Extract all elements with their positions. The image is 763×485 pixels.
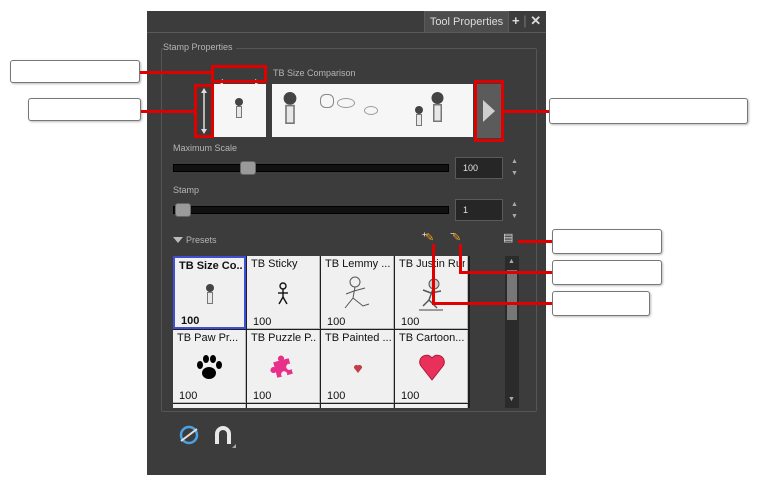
comparison-critter-icon xyxy=(337,98,355,108)
scroll-thumb[interactable] xyxy=(507,270,517,320)
callout-delete-preset xyxy=(552,260,662,285)
add-panel-icon[interactable]: + xyxy=(512,13,520,28)
preset-tile[interactable]: TB Cartoon... 100 xyxy=(395,330,468,403)
preset-name: TB Painted ... xyxy=(325,332,391,344)
connector-presets-menu xyxy=(518,240,552,243)
maximum-scale-slider[interactable] xyxy=(173,164,449,172)
preset-size: 100 xyxy=(181,315,200,327)
tab-tool-properties[interactable]: Tool Properties xyxy=(424,11,509,32)
stamp-properties-label: Stamp Properties xyxy=(163,42,236,52)
new-preset-icon[interactable]: ✎ + xyxy=(422,230,434,244)
preset-name: TB Cartoon... xyxy=(399,332,465,344)
preset-tile[interactable]: TB Puzzle P... 100 xyxy=(247,330,320,403)
preset-tile[interactable]: TB Paw Pr... 100 xyxy=(173,330,246,403)
presets-menu-icon[interactable]: ▤ xyxy=(503,232,513,244)
stamp-up-icon[interactable]: ▲ xyxy=(511,200,518,210)
comparison-small-animal-icon xyxy=(320,94,334,108)
painted-heart-icon xyxy=(353,364,363,373)
panel-title-icons: + | ✕ xyxy=(512,13,542,28)
preset-name: TB Sticky xyxy=(251,258,298,270)
size-comparison-label: TB Size Comparison xyxy=(273,68,356,78)
preset-name: TB Size Co... xyxy=(179,260,242,272)
comparison-small-figure-icon xyxy=(414,106,424,126)
maximum-scale-up-icon[interactable]: ▲ xyxy=(511,157,518,167)
preset-name: TB Lemmy ... xyxy=(325,258,391,270)
comparison-character-icon xyxy=(282,92,298,124)
highlight-next-button xyxy=(474,80,504,142)
highlight-width-arrow xyxy=(211,65,267,83)
connector-delete-vertical xyxy=(459,244,462,273)
stick-figure-icon xyxy=(278,282,288,305)
preset-size: 100 xyxy=(253,390,272,402)
callout-presets-menu xyxy=(552,229,662,254)
preset-size: 100 xyxy=(327,316,346,328)
preset-tile-partial[interactable] xyxy=(173,404,246,408)
paw-print-icon xyxy=(197,355,222,379)
preset-size: 100 xyxy=(401,316,420,328)
comparison-blob-icon xyxy=(364,106,378,115)
presets-toggle[interactable]: Presets xyxy=(173,235,217,245)
preset-size: 100 xyxy=(253,316,272,328)
callout-new-preset xyxy=(552,291,650,316)
preset-name: TB Puzzle P... xyxy=(251,332,317,344)
connector-height xyxy=(141,110,194,113)
preset-size: 100 xyxy=(327,390,346,402)
highlight-height-arrow xyxy=(194,84,214,138)
preset-tile[interactable]: TB Sticky 100 xyxy=(247,256,320,329)
connector-new-vertical xyxy=(432,244,435,304)
rotation-sync-icon[interactable] xyxy=(178,424,200,446)
puzzle-piece-icon xyxy=(270,355,293,378)
presets-grid: TB Size Co... 100 TB Sticky 100 TB Lemmy… xyxy=(173,256,470,408)
collapse-triangle-icon xyxy=(173,237,183,243)
connector-width xyxy=(140,71,211,74)
size-comparison-strip xyxy=(272,84,473,137)
title-divider xyxy=(147,32,546,33)
callout-next-button xyxy=(549,98,748,124)
callout-height xyxy=(28,98,141,121)
connector-delete-horizontal xyxy=(459,271,552,274)
maximum-scale-field[interactable]: 100 xyxy=(455,157,503,179)
preset-tile-partial[interactable] xyxy=(247,404,320,408)
close-panel-icon[interactable]: ✕ xyxy=(530,13,541,28)
scroll-up-icon[interactable]: ▲ xyxy=(508,258,515,265)
connector-new-horizontal xyxy=(432,302,552,305)
maximum-scale-down-icon[interactable]: ▼ xyxy=(511,169,518,179)
cartoon-heart-icon xyxy=(419,354,445,381)
preset-tile-partial[interactable] xyxy=(395,404,468,408)
running-figure-icon xyxy=(344,276,370,309)
callout-width xyxy=(10,60,140,83)
presets-scrollbar[interactable]: ▲ ▼ xyxy=(505,256,519,408)
preset-size: 100 xyxy=(401,390,420,402)
preset-size: 100 xyxy=(179,390,198,402)
maximum-scale-label: Maximum Scale xyxy=(173,143,238,153)
stamp-label: Stamp xyxy=(173,185,200,195)
preset-name: TB Paw Pr... xyxy=(177,332,239,344)
connector-next-button xyxy=(504,110,549,113)
maximum-scale-handle[interactable] xyxy=(240,161,256,175)
preset-tile-partial[interactable] xyxy=(321,404,394,408)
stamp-slider[interactable] xyxy=(173,206,449,214)
preset-tile[interactable]: TB Painted ... 100 xyxy=(321,330,394,403)
comparison-tall-figure-icon xyxy=(430,92,445,122)
stamp-handle[interactable] xyxy=(175,203,191,217)
presets-label: Presets xyxy=(186,235,217,245)
magnet-icon[interactable] xyxy=(212,424,236,448)
preset-tile[interactable]: TB Lemmy ... 100 xyxy=(321,256,394,329)
delete-preset-icon[interactable]: ✎ − xyxy=(450,229,461,244)
stamp-down-icon[interactable]: ▼ xyxy=(511,212,518,222)
stamp-field[interactable]: 1 xyxy=(455,199,503,221)
stamp-preview xyxy=(212,84,266,137)
stamp-preview-figure-icon xyxy=(234,98,244,118)
preset-tile[interactable]: TB Size Co... 100 xyxy=(173,256,246,329)
tiny-figure-icon xyxy=(205,284,215,304)
scroll-down-icon[interactable]: ▼ xyxy=(508,396,515,403)
